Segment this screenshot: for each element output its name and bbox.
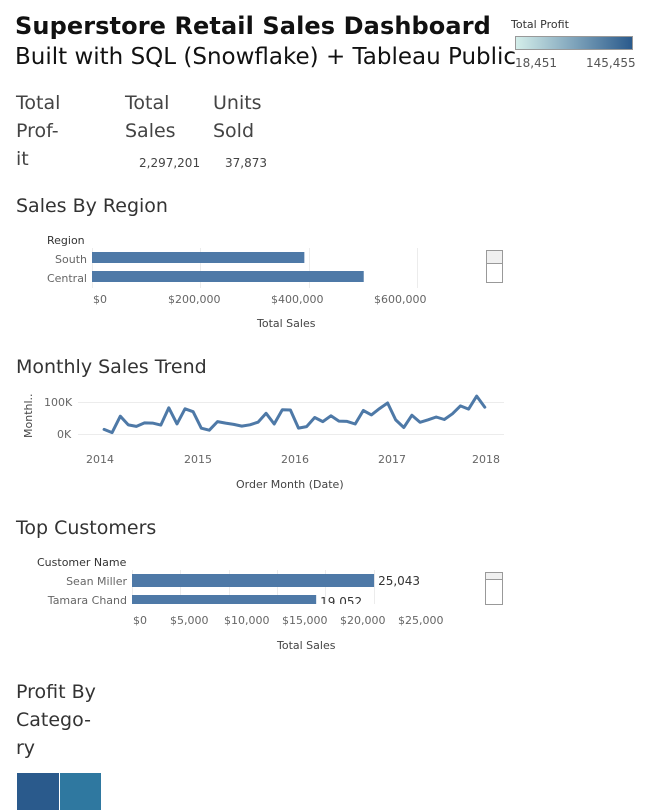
customer-scrollbar[interactable]: [485, 572, 503, 605]
scrollbar-thumb[interactable]: [486, 573, 502, 580]
customer-x-tick: $0: [133, 614, 147, 627]
customer-x-tick: $20,000: [340, 614, 386, 627]
region-x-tick: $400,000: [271, 293, 324, 306]
monthly-y-tick: 100K: [44, 396, 73, 409]
section-title-monthly-sales-trend: Monthly Sales Trend: [16, 356, 207, 378]
dashboard-subtitle: Built with SQL (Snowflake) + Tableau Pub…: [15, 44, 517, 70]
legend-min-value: 18,451: [515, 56, 557, 70]
section-title-profit-by-category: Profit By Catego- ry: [16, 681, 96, 759]
customer-x-axis-title: Total Sales: [277, 639, 336, 652]
region-row-label: South: [55, 253, 87, 266]
monthly-x-tick: 2014: [86, 453, 114, 466]
monthly-sales-line: [102, 394, 487, 435]
legend-title: Total Profit: [511, 18, 569, 31]
monthly-y-tick: 0K: [57, 428, 72, 441]
monthly-x-axis-title: Order Month (Date): [236, 478, 344, 491]
monthly-y-axis-title: Monthl..: [22, 393, 35, 438]
scrollbar-thumb[interactable]: [487, 251, 502, 264]
customer-row-label: Tamara Chand: [47, 594, 127, 607]
region-bar[interactable]: [92, 252, 305, 263]
region-x-tick: $600,000: [374, 293, 427, 306]
customer-x-tick: $10,000: [224, 614, 270, 627]
section-title-sales-by-region: Sales By Region: [16, 195, 168, 217]
region-scrollbar[interactable]: [486, 250, 503, 283]
kpi-units-sold-label: Units Sold: [213, 92, 262, 142]
dashboard-title: Superstore Retail Sales Dashboard: [15, 12, 491, 40]
monthly-x-tick: 2017: [378, 453, 406, 466]
legend-max-value: 145,455: [586, 56, 636, 70]
kpi-total-profit-label: Total Prof- it: [16, 92, 61, 170]
customer-row-header: Customer Name: [37, 556, 127, 569]
customer-bar[interactable]: [132, 574, 375, 587]
category-heatmap-cell[interactable]: [17, 773, 59, 810]
region-x-axis-title: Total Sales: [257, 317, 316, 330]
monthly-line-chart[interactable]: [78, 390, 504, 446]
region-row-header: Region: [47, 234, 85, 247]
section-title-top-customers: Top Customers: [16, 517, 157, 539]
kpi-total-sales-label: Total Sales: [125, 92, 176, 142]
region-bar[interactable]: [92, 271, 364, 282]
customer-bar-data-label[interactable]: 19,052: [320, 595, 362, 604]
customer-x-tick: $25,000: [398, 614, 444, 627]
customer-row-label: Sean Miller: [66, 575, 127, 588]
customer-x-tick: $15,000: [282, 614, 328, 627]
category-heatmap-cell[interactable]: [60, 773, 101, 810]
profit-color-legend[interactable]: [515, 36, 633, 50]
customer-x-tick: $5,000: [170, 614, 209, 627]
customer-bar-chart[interactable]: 25,043 19,052: [132, 570, 478, 604]
region-x-tick: $0: [93, 293, 107, 306]
region-row-label: Central: [46, 272, 87, 285]
customer-bar-data-label[interactable]: 25,043: [378, 574, 420, 588]
region-x-tick: $200,000: [168, 293, 221, 306]
monthly-x-tick: 2018: [472, 453, 500, 466]
kpi-units-sold-value: 37,873: [225, 156, 267, 170]
region-bar-chart[interactable]: [92, 248, 504, 288]
customer-bar[interactable]: [132, 595, 317, 604]
monthly-x-tick: 2015: [184, 453, 212, 466]
kpi-total-sales-value: 2,297,201: [139, 156, 201, 170]
monthly-x-tick: 2016: [281, 453, 309, 466]
